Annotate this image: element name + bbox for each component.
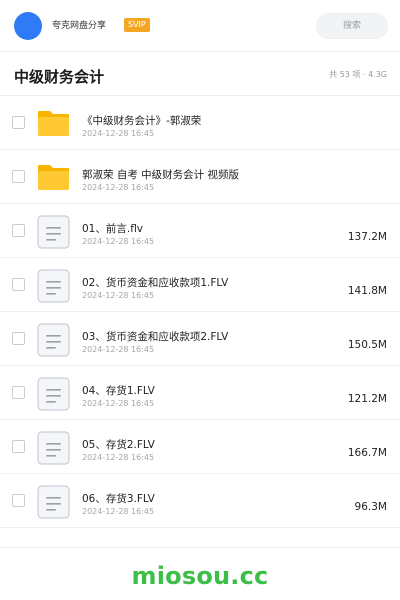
folder-icon (37, 163, 70, 191)
select-checkbox[interactable] (12, 170, 25, 183)
file-name[interactable]: 04、存货1.FLV (82, 383, 155, 398)
list-item[interactable]: 《中级财务会计》-郭淑荣 2024-12-28 16:45 (0, 96, 400, 150)
select-checkbox[interactable] (12, 332, 25, 345)
file-date: 2024-12-28 16:45 (82, 345, 155, 354)
page-title: 中级财务会计 (14, 68, 105, 86)
video-file-icon (37, 269, 70, 303)
file-name[interactable]: 郭淑荣 自考 中级财务会计 视频版 (82, 167, 239, 182)
file-date: 2024-12-28 16:45 (82, 291, 155, 300)
avatar[interactable] (14, 12, 42, 40)
folder-icon (37, 109, 70, 137)
file-name[interactable]: 05、存货2.FLV (82, 437, 155, 452)
select-checkbox[interactable] (12, 440, 25, 453)
list-item[interactable]: 郭淑荣 自考 中级财务会计 视频版 2024-12-28 16:45 (0, 150, 400, 204)
folder-header: 中级财务会计 共 53 项 · 4.3G (0, 52, 400, 96)
file-name[interactable]: 06、存货3.FLV (82, 491, 155, 506)
file-name[interactable]: 03、货币资金和应收款项2.FLV (82, 329, 228, 344)
app-title: 夸克网盘分享 (52, 21, 107, 31)
list-item[interactable]: 01、前言.flv 2024-12-28 16:45 137.2M (0, 204, 400, 258)
file-size: 96.3M (354, 501, 387, 513)
file-size: 166.7M (347, 447, 387, 459)
select-checkbox[interactable] (12, 116, 25, 129)
footer: miosou.cc (0, 547, 400, 600)
file-list: 《中级财务会计》-郭淑荣 2024-12-28 16:45 郭淑荣 自考 中级财务会… (0, 96, 400, 528)
watermark: miosou.cc (131, 562, 269, 590)
list-item[interactable]: 03、货币资金和应收款项2.FLV 2024-12-28 16:45 150.5M (0, 312, 400, 366)
file-date: 2024-12-28 16:45 (82, 453, 155, 462)
file-date: 2024-12-28 16:45 (82, 237, 155, 246)
list-item[interactable]: 05、存货2.FLV 2024-12-28 16:45 166.7M (0, 420, 400, 474)
file-name[interactable]: 01、前言.flv (82, 221, 143, 236)
list-item[interactable]: 04、存货1.FLV 2024-12-28 16:45 121.2M (0, 366, 400, 420)
file-size: 121.2M (347, 393, 387, 405)
file-date: 2024-12-28 16:45 (82, 507, 155, 516)
video-file-icon (37, 377, 70, 411)
top-bar: 夸克网盘分享 SVIP 搜索 (0, 0, 400, 52)
file-name[interactable]: 02、货币资金和应收款项1.FLV (82, 275, 228, 290)
video-file-icon (37, 323, 70, 357)
file-date: 2024-12-28 16:45 (82, 183, 155, 192)
file-size: 150.5M (347, 339, 387, 351)
select-checkbox[interactable] (12, 224, 25, 237)
list-item[interactable]: 06、存货3.FLV 2024-12-28 16:45 96.3M (0, 474, 400, 528)
select-checkbox[interactable] (12, 278, 25, 291)
file-size: 137.2M (347, 231, 387, 243)
video-file-icon (37, 485, 70, 519)
video-file-icon (37, 431, 70, 465)
svip-badge: SVIP (124, 18, 150, 32)
file-name[interactable]: 《中级财务会计》-郭淑荣 (82, 113, 201, 128)
select-checkbox[interactable] (12, 386, 25, 399)
file-date: 2024-12-28 16:45 (82, 399, 155, 408)
video-file-icon (37, 215, 70, 249)
list-item[interactable]: 02、货币资金和应收款项1.FLV 2024-12-28 16:45 141.8M (0, 258, 400, 312)
file-date: 2024-12-28 16:45 (82, 129, 155, 138)
folder-meta: 共 53 项 · 4.3G (329, 70, 387, 79)
select-checkbox[interactable] (12, 494, 25, 507)
search-input[interactable]: 搜索 (316, 13, 388, 39)
file-size: 141.8M (347, 285, 387, 297)
